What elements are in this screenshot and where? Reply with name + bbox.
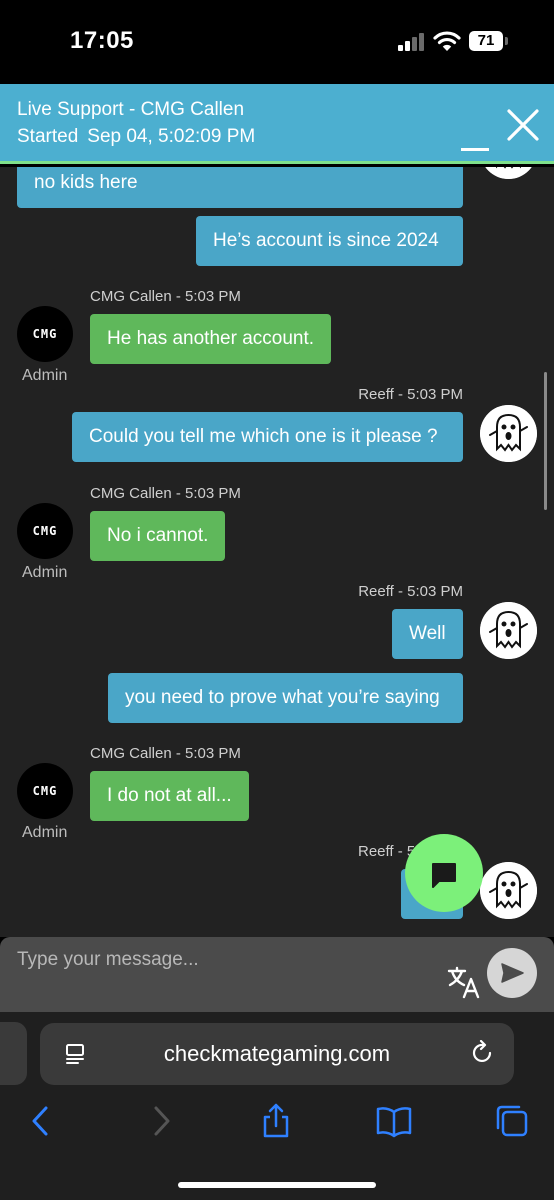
url-text: checkmategaming.com <box>163 1041 391 1066</box>
user-avatar <box>480 602 537 659</box>
chat-bubble-icon <box>432 863 456 888</box>
cmg-logo: CMG <box>32 327 58 341</box>
share-button[interactable] <box>258 1103 294 1139</box>
started-value: Sep 04, 5:02:09 PM <box>87 126 256 147</box>
chat-launcher-button[interactable] <box>405 834 483 912</box>
status-time: 17:05 <box>70 27 134 54</box>
previous-tab-preview[interactable] <box>0 1022 27 1085</box>
battery-cap <box>505 37 508 45</box>
message-meta: Reeff - 5 <box>358 843 416 860</box>
tabs-icon <box>496 1105 528 1137</box>
agent-avatar: CMG <box>17 763 73 819</box>
minimize-button[interactable] <box>461 131 491 151</box>
signal-icon <box>398 33 426 51</box>
agent-avatar: CMG <box>17 503 73 559</box>
chat-messages[interactable]: no kids here He’s account is since 2024 … <box>0 167 554 937</box>
message-bubble: No i cannot. <box>90 511 226 561</box>
close-icon <box>507 109 539 141</box>
message-meta: CMG Callen - 5:03 PM <box>90 485 241 502</box>
message-bubble: He’s account is since 2024 <box>196 216 463 266</box>
home-indicator <box>178 1182 376 1188</box>
status-bar: 17:05 71 <box>0 0 554 84</box>
tabs-button[interactable] <box>494 1103 530 1139</box>
translate-button[interactable] <box>447 965 481 999</box>
ghost-avatar-icon <box>480 602 537 659</box>
message-bubble: Could you tell me which one is it please… <box>72 412 463 462</box>
reader-icon[interactable] <box>64 1043 86 1065</box>
bookmarks-button[interactable] <box>376 1103 412 1139</box>
agent-role: Admin <box>22 367 68 384</box>
send-button[interactable] <box>487 948 537 998</box>
message-meta: CMG Callen - 5:03 PM <box>90 288 241 305</box>
chat-started: Started Sep 04, 5:02:09 PM <box>17 126 255 148</box>
message-meta: Reeff - 5:03 PM <box>358 386 463 403</box>
cmg-logo: CMG <box>32 524 58 538</box>
message-bubble: He has another account. <box>90 314 332 364</box>
message-input[interactable] <box>17 945 417 975</box>
chat-scrollbar[interactable] <box>544 372 547 510</box>
back-button[interactable] <box>23 1103 59 1139</box>
user-avatar <box>480 862 537 919</box>
share-icon <box>263 1103 289 1138</box>
cmg-logo: CMG <box>32 784 58 798</box>
wifi-icon <box>433 31 461 51</box>
message-meta: Reeff - 5:03 PM <box>358 583 463 600</box>
user-avatar <box>480 405 537 462</box>
user-avatar <box>480 167 537 179</box>
message-bubble: I do not at all... <box>90 771 249 821</box>
chat-header: Live Support - CMG Callen Started Sep 04,… <box>0 84 554 164</box>
battery-icon: 71 <box>469 31 503 51</box>
send-icon <box>501 963 524 983</box>
bookmarks-icon <box>376 1107 412 1138</box>
message-bubble: no kids here <box>17 167 463 208</box>
agent-role: Admin <box>22 824 68 841</box>
close-button[interactable] <box>506 108 540 142</box>
agent-role: Admin <box>22 564 68 581</box>
forward-icon <box>154 1106 170 1136</box>
agent-avatar: CMG <box>17 306 73 362</box>
started-label: Started <box>17 126 79 147</box>
message-bubble: you need to prove what you’re saying <box>108 673 463 723</box>
chat-title: Live Support - CMG Callen <box>17 99 245 120</box>
ghost-avatar-icon <box>480 862 537 919</box>
reload-icon[interactable] <box>470 1040 496 1066</box>
forward-button[interactable] <box>143 1103 179 1139</box>
back-icon <box>32 1106 48 1136</box>
ghost-avatar-icon <box>480 405 537 462</box>
ghost-avatar-icon <box>485 167 532 179</box>
message-meta: CMG Callen - 5:03 PM <box>90 745 241 762</box>
message-bubble: Well <box>392 609 463 659</box>
address-bar[interactable]: checkmategaming.com <box>40 1023 514 1085</box>
translate-icon <box>447 966 480 999</box>
